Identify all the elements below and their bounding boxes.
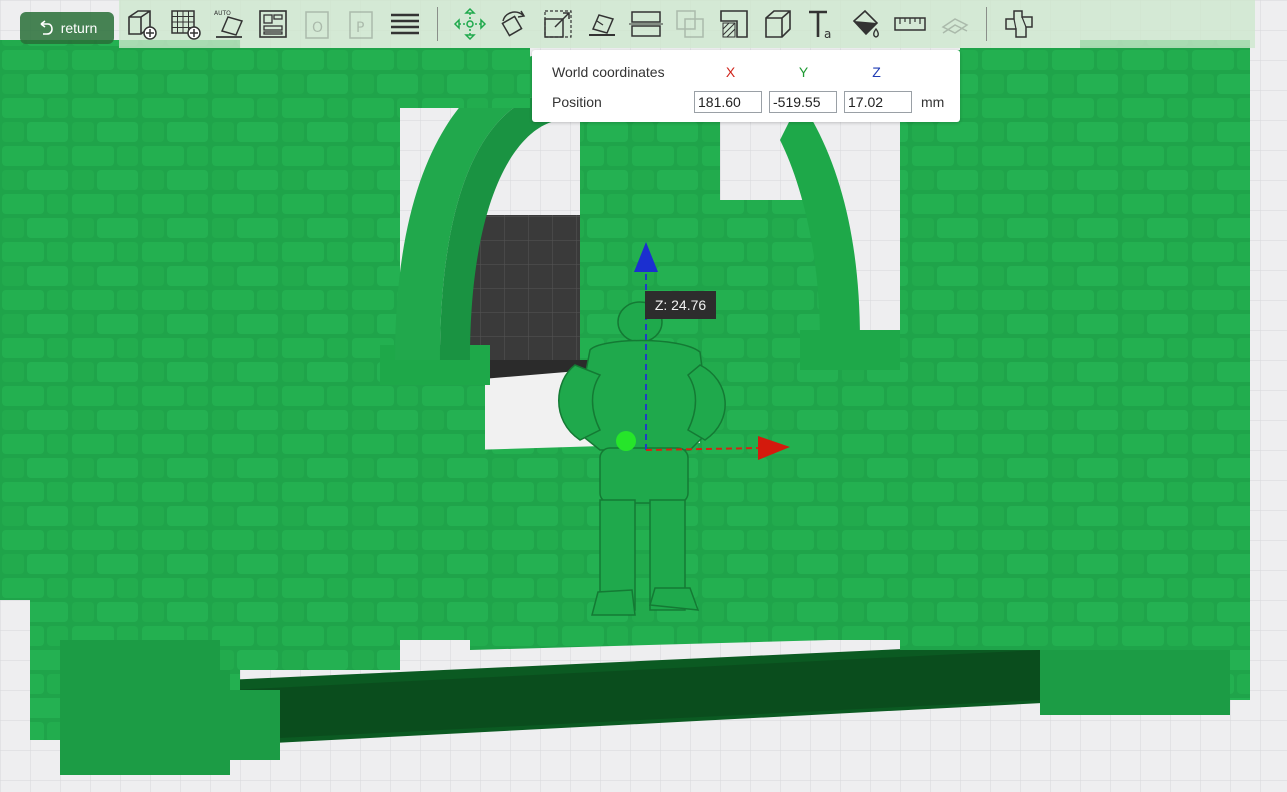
position-label: Position — [552, 94, 602, 110]
color-paint-icon — [852, 9, 879, 38]
measure-icon — [894, 17, 926, 31]
simplify-button[interactable] — [1001, 6, 1037, 42]
boolean-button[interactable] — [672, 6, 708, 42]
split-parts-icon: P — [349, 11, 373, 39]
auto-orient-icon: AUTO — [214, 10, 244, 38]
split-parts-button[interactable]: P — [343, 6, 379, 42]
auto-orient-button[interactable]: AUTO — [211, 6, 247, 42]
rotate-button[interactable] — [496, 6, 532, 42]
color-paint-button[interactable] — [848, 6, 884, 42]
text-button[interactable]: a — [804, 6, 840, 42]
world-coordinates-label: World coordinates — [552, 64, 665, 80]
seam-paint-icon — [765, 10, 791, 38]
return-label: return — [60, 20, 98, 36]
move-button[interactable] — [452, 6, 488, 42]
svg-text:a: a — [824, 27, 831, 41]
return-button[interactable]: return — [20, 12, 114, 44]
boolean-icon — [676, 10, 704, 38]
layers-icon — [391, 13, 419, 35]
arrange-button[interactable] — [255, 6, 291, 42]
position-x-input[interactable] — [694, 91, 762, 113]
add-model-icon — [128, 10, 157, 40]
y-axis-label: Y — [798, 64, 809, 80]
assembly-icon — [941, 18, 969, 34]
support-paint-button[interactable] — [716, 6, 752, 42]
assembly-button[interactable] — [936, 6, 972, 42]
move-icon — [453, 7, 487, 41]
split-objects-icon: O — [305, 11, 329, 39]
main-toolbar: AUTO O P a — [119, 0, 1255, 48]
add-plate-icon — [171, 10, 201, 40]
x-axis-label: X — [725, 64, 736, 80]
toolbar-separator — [437, 7, 438, 41]
z-axis-label: Z — [872, 64, 881, 80]
scale-button[interactable] — [540, 6, 576, 42]
position-y-input[interactable] — [769, 91, 837, 113]
coordinates-panel: World coordinates X Y Z Position mm — [532, 50, 960, 122]
seam-paint-button[interactable] — [760, 6, 796, 42]
undo-arrow-icon — [40, 20, 53, 35]
add-model-button[interactable] — [123, 6, 159, 42]
text-icon: a — [809, 10, 831, 41]
split-objects-button[interactable]: O — [299, 6, 335, 42]
arrange-icon — [259, 10, 287, 38]
scale-icon — [544, 10, 572, 38]
simplify-icon — [1005, 10, 1033, 38]
lay-on-face-button[interactable] — [584, 6, 620, 42]
svg-text:O: O — [312, 20, 323, 36]
toolbar-separator-2 — [986, 7, 987, 41]
support-paint-icon — [720, 10, 748, 38]
add-plate-button[interactable] — [167, 6, 203, 42]
measure-button[interactable] — [892, 6, 928, 42]
cut-button[interactable] — [628, 6, 664, 42]
position-z-input[interactable] — [844, 91, 912, 113]
z-value-tooltip: Z: 24.76 — [645, 291, 716, 319]
lay-on-face-icon — [589, 14, 615, 36]
svg-text:AUTO: AUTO — [214, 10, 231, 17]
cut-icon — [629, 11, 663, 37]
unit-label: mm — [921, 94, 945, 110]
svg-text:P: P — [356, 20, 364, 36]
rotate-icon — [501, 10, 526, 37]
layers-button[interactable] — [387, 6, 423, 42]
